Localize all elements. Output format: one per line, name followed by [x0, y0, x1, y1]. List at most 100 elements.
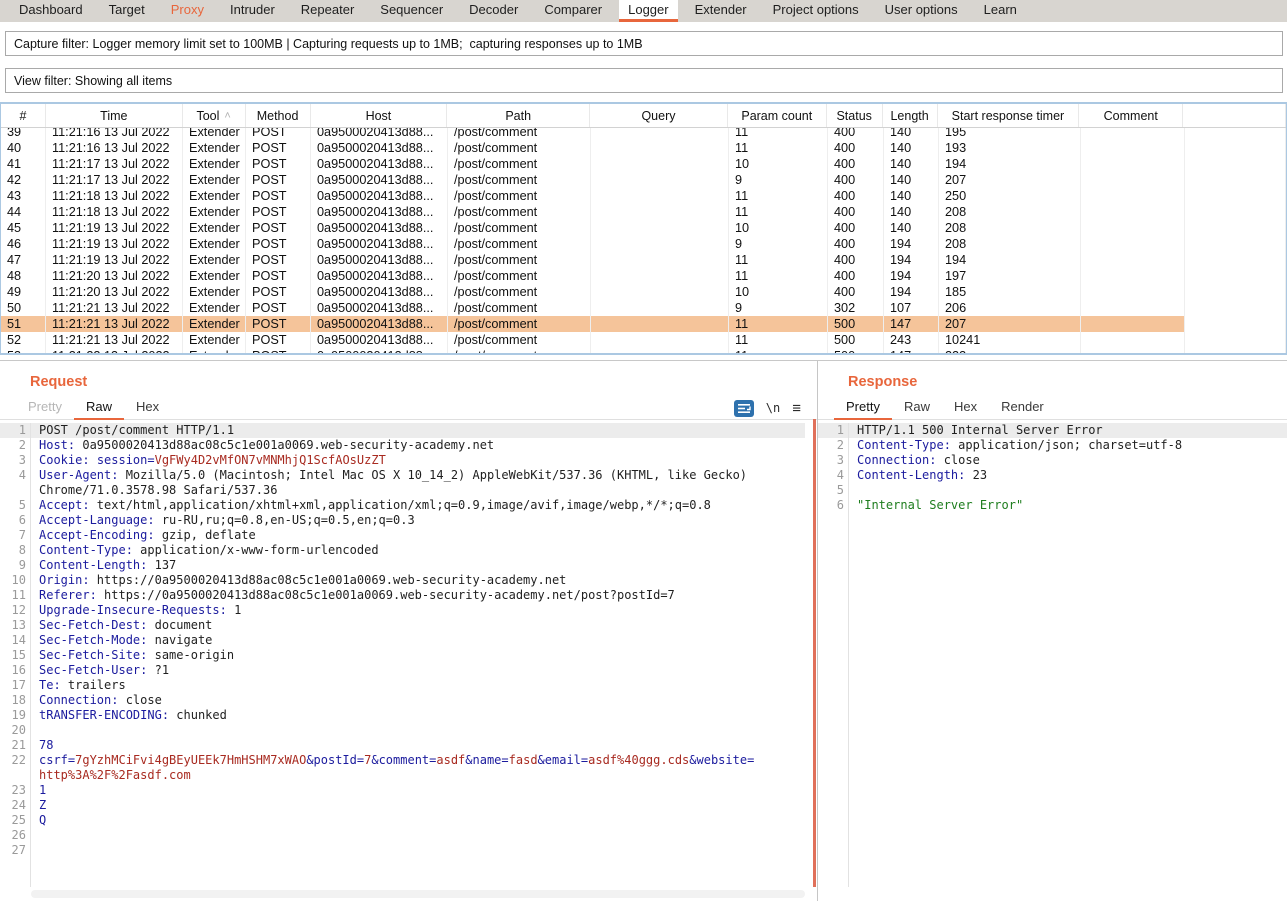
column-header-path[interactable]: Path [447, 104, 590, 127]
log-row-45[interactable]: 4511:21:19 13 Jul 2022ExtenderPOST0a9500… [1, 220, 1286, 236]
cell-comment [1081, 316, 1185, 332]
cell-: 53 [1, 348, 46, 354]
column-header-param-count[interactable]: Param count [728, 104, 827, 127]
menu-tab-learn[interactable]: Learn [975, 0, 1026, 22]
tab-pretty[interactable]: Pretty [834, 397, 892, 420]
log-table-body: 3911:21:16 13 Jul 2022ExtenderPOST0a9500… [1, 128, 1286, 354]
line-content: Upgrade-Insecure-Requests: 1 [34, 603, 805, 618]
request-scrollbar-marker[interactable] [813, 419, 816, 887]
cell-: 48 [1, 268, 46, 284]
column-header-host[interactable]: Host [311, 104, 448, 127]
cell-length: 107 [884, 300, 939, 316]
tab-hex[interactable]: Hex [124, 397, 171, 420]
column-header-time[interactable]: Time [46, 104, 183, 127]
tab-hex[interactable]: Hex [942, 397, 989, 420]
log-row-42[interactable]: 4211:21:17 13 Jul 2022ExtenderPOST0a9500… [1, 172, 1286, 188]
log-row-52[interactable]: 5211:21:21 13 Jul 2022ExtenderPOST0a9500… [1, 332, 1286, 348]
log-table: #TimeTool˄MethodHostPathQueryParam count… [0, 102, 1287, 355]
cell-: 40 [1, 140, 46, 156]
cell-method: POST [246, 128, 311, 140]
cell-start-response-timer: 208 [939, 204, 1081, 220]
cell-status: 400 [828, 128, 884, 140]
capture-filter-bar[interactable]: Capture filter: Logger memory limit set … [5, 31, 1283, 56]
log-row-43[interactable]: 4311:21:18 13 Jul 2022ExtenderPOST0a9500… [1, 188, 1286, 204]
cell-time: 11:21:18 13 Jul 2022 [46, 204, 183, 220]
line-content: 1 [34, 783, 805, 798]
column-header-query[interactable]: Query [590, 104, 728, 127]
view-filter-bar[interactable]: View filter: Showing all items [5, 68, 1283, 93]
cell-comment [1081, 332, 1185, 348]
line-content: Chrome/71.0.3578.98 Safari/537.36 [34, 483, 805, 498]
cell-param-count: 10 [729, 156, 828, 172]
cell-: 39 [1, 128, 46, 140]
log-row-46[interactable]: 4611:21:19 13 Jul 2022ExtenderPOST0a9500… [1, 236, 1286, 252]
menu-tab-user-options[interactable]: User options [876, 0, 967, 22]
editor-line: 20 [0, 723, 805, 738]
request-horizontal-scrollbar[interactable] [31, 890, 805, 898]
log-row-51[interactable]: 5111:21:21 13 Jul 2022ExtenderPOST0a9500… [1, 316, 1286, 332]
menu-tab-dashboard[interactable]: Dashboard [10, 0, 92, 22]
menu-tab-decoder[interactable]: Decoder [460, 0, 527, 22]
menu-tab-sequencer[interactable]: Sequencer [371, 0, 452, 22]
request-editor[interactable]: 1POST /post/comment HTTP/1.12Host: 0a950… [0, 423, 805, 887]
log-row-48[interactable]: 4811:21:20 13 Jul 2022ExtenderPOST0a9500… [1, 268, 1286, 284]
cell-query [591, 188, 729, 204]
response-editor[interactable]: 1HTTP/1.1 500 Internal Server Error2Cont… [818, 423, 1287, 887]
cell-method: POST [246, 172, 311, 188]
menu-tab-proxy[interactable]: Proxy [162, 0, 213, 22]
line-number: 2 [0, 438, 34, 453]
editor-menu-icon[interactable]: ≡ [792, 400, 801, 417]
cell-spacer [1185, 172, 1286, 188]
view-filter-text: View filter: Showing all items [14, 74, 172, 88]
log-row-50[interactable]: 5011:21:21 13 Jul 2022ExtenderPOST0a9500… [1, 300, 1286, 316]
cell-param-count: 10 [729, 284, 828, 300]
log-row-39[interactable]: 3911:21:16 13 Jul 2022ExtenderPOST0a9500… [1, 128, 1286, 140]
log-row-41[interactable]: 4111:21:17 13 Jul 2022ExtenderPOST0a9500… [1, 156, 1286, 172]
log-row-47[interactable]: 4711:21:19 13 Jul 2022ExtenderPOST0a9500… [1, 252, 1286, 268]
column-header-[interactable]: # [1, 104, 46, 127]
cell-spacer [1185, 204, 1286, 220]
tab-render[interactable]: Render [989, 397, 1056, 420]
menu-tab-repeater[interactable]: Repeater [292, 0, 363, 22]
cell-start-response-timer: 194 [939, 252, 1081, 268]
line-content: http%3A%2F%2Fasdf.com [34, 768, 805, 783]
editor-line: 3Cookie: session=VgFWy4D2vMfON7vMNMhjQ1S… [0, 453, 805, 468]
editor-line: 5Accept: text/html,application/xhtml+xml… [0, 498, 805, 513]
line-number: 26 [0, 828, 34, 843]
menu-tab-comparer[interactable]: Comparer [535, 0, 611, 22]
gutter-divider [848, 423, 849, 887]
menu-tab-extender[interactable]: Extender [686, 0, 756, 22]
line-content: Origin: https://0a9500020413d88ac08c5c1e… [34, 573, 805, 588]
column-header-comment[interactable]: Comment [1079, 104, 1183, 127]
cell-param-count: 11 [729, 332, 828, 348]
log-row-44[interactable]: 4411:21:18 13 Jul 2022ExtenderPOST0a9500… [1, 204, 1286, 220]
cell-length: 140 [884, 204, 939, 220]
line-content: Content-Type: application/json; charset=… [852, 438, 1287, 453]
menu-tab-logger[interactable]: Logger [619, 0, 677, 22]
tab-raw[interactable]: Raw [74, 397, 124, 420]
menu-tab-target[interactable]: Target [100, 0, 154, 22]
non-printing-characters-icon[interactable]: \n [766, 401, 780, 415]
column-header-start-response-timer[interactable]: Start response timer [938, 104, 1080, 127]
column-header-method[interactable]: Method [246, 104, 311, 127]
log-row-49[interactable]: 4911:21:20 13 Jul 2022ExtenderPOST0a9500… [1, 284, 1286, 300]
cell-host: 0a9500020413d88... [311, 128, 448, 140]
tab-pretty[interactable]: Pretty [16, 397, 74, 420]
column-header-length[interactable]: Length [883, 104, 938, 127]
cell-path: /post/comment [448, 236, 591, 252]
cell-param-count: 11 [729, 128, 828, 140]
menu-tab-intruder[interactable]: Intruder [221, 0, 284, 22]
line-number: 1 [818, 423, 852, 438]
cell-: 47 [1, 252, 46, 268]
editor-line: 10Origin: https://0a9500020413d88ac08c5c… [0, 573, 805, 588]
column-header-tool[interactable]: Tool˄ [183, 104, 246, 127]
cell-comment [1081, 252, 1185, 268]
log-row-53[interactable]: 5311:21:22 13 Jul 2022ExtenderPOST0a9500… [1, 348, 1286, 354]
menu-tab-project-options[interactable]: Project options [764, 0, 868, 22]
column-header-spacer[interactable] [1183, 104, 1286, 127]
cell-tool: Extender [183, 300, 246, 316]
log-row-40[interactable]: 4011:21:16 13 Jul 2022ExtenderPOST0a9500… [1, 140, 1286, 156]
column-header-status[interactable]: Status [827, 104, 883, 127]
tab-raw[interactable]: Raw [892, 397, 942, 420]
wrap-lines-icon[interactable] [734, 400, 754, 417]
